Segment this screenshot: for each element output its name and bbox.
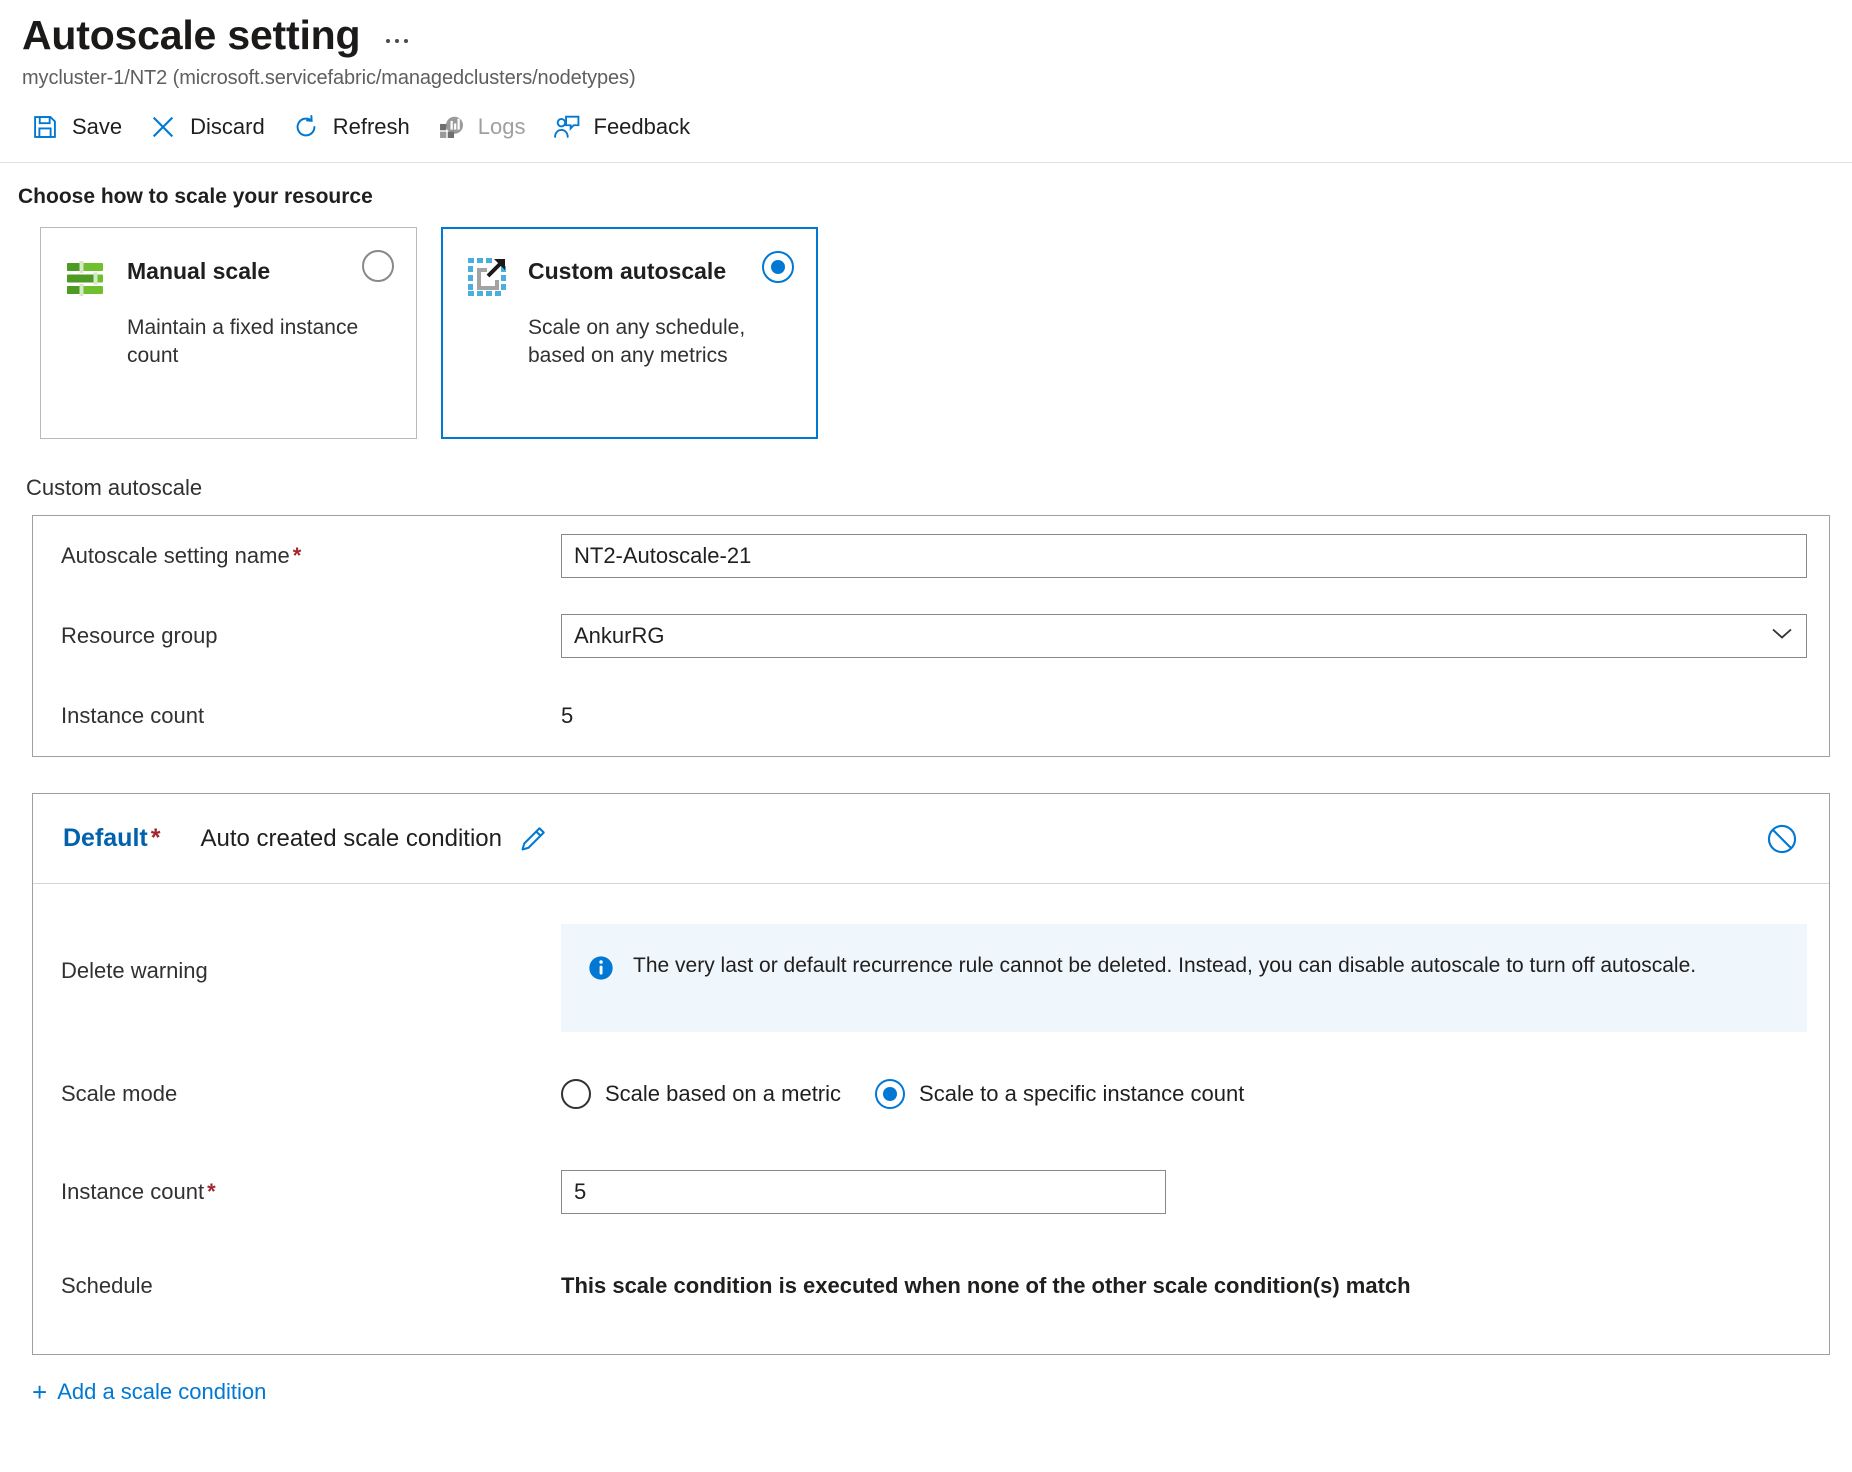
info-icon: [587, 954, 615, 987]
autoscale-setting-name-input[interactable]: [561, 534, 1807, 578]
resource-group-label: Resource group: [61, 623, 561, 649]
schedule-label: Schedule: [61, 1273, 561, 1299]
plus-icon: +: [32, 1379, 47, 1405]
scale-mode-option-metric-label: Scale based on a metric: [605, 1081, 841, 1107]
block-icon[interactable]: [1765, 822, 1799, 856]
custom-autoscale-description: Scale on any schedule, based on any metr…: [528, 314, 778, 370]
refresh-icon: [291, 112, 321, 142]
row-schedule: Schedule This scale condition is execute…: [33, 1246, 1829, 1326]
ellipsis-dot-icon: [386, 39, 390, 43]
row-autoscale-setting-name: Autoscale setting name*: [33, 516, 1829, 596]
delete-warning-field: The very last or default recurrence rule…: [561, 924, 1829, 1032]
logs-label: Logs: [478, 114, 526, 140]
custom-card-head: Custom autoscale: [464, 252, 795, 300]
scale-mode-option-metric[interactable]: Scale based on a metric: [561, 1079, 841, 1109]
scale-mode-label: Scale mode: [61, 1081, 561, 1107]
scale-condition-body: Delete warning The very last or default …: [33, 884, 1829, 1354]
logs-icon: [436, 112, 466, 142]
required-asterisk: *: [293, 543, 302, 568]
autoscale-setting-name-field: [561, 534, 1829, 578]
instance-count-value-field: 5: [561, 703, 1829, 729]
discard-button[interactable]: Discard: [138, 108, 281, 146]
command-bar: Save Discard Refresh: [0, 90, 1852, 163]
row-instance-count-readonly: Instance count 5: [33, 676, 1829, 756]
condition-instance-count-label-text: Instance count: [61, 1179, 204, 1204]
custom-autoscale-panel: Autoscale setting name* Resource group I…: [32, 515, 1830, 757]
scale-option-manual-scale[interactable]: Manual scale Maintain a fixed instance c…: [40, 227, 417, 439]
custom-autoscale-label: Custom autoscale: [0, 439, 1852, 501]
resource-group-select-wrap: [561, 614, 1807, 658]
resource-breadcrumb: mycluster-1/NT2 (microsoft.servicefabric…: [22, 67, 1852, 90]
required-asterisk: *: [151, 824, 161, 852]
feedback-button[interactable]: Feedback: [542, 108, 707, 146]
default-badge: Default*: [63, 824, 160, 853]
condition-instance-count-input[interactable]: [561, 1170, 1166, 1214]
resource-group-field: [561, 614, 1829, 658]
discard-label: Discard: [190, 114, 265, 140]
ellipsis-dot-icon: [395, 39, 399, 43]
scale-mode-option-instance-count-label: Scale to a specific instance count: [919, 1081, 1244, 1107]
manual-card-head: Manual scale: [63, 252, 394, 300]
instance-count-value: 5: [561, 703, 573, 728]
manual-scale-title: Manual scale: [127, 258, 270, 285]
page-header: Autoscale setting mycluster-1/NT2 (micro…: [0, 0, 1852, 90]
feedback-icon: [552, 112, 582, 142]
manual-scale-radio[interactable]: [362, 250, 394, 287]
condition-instance-count-label: Instance count*: [61, 1179, 561, 1205]
resource-group-select[interactable]: [561, 614, 1807, 658]
radio-selected-icon: [875, 1079, 905, 1109]
logs-button[interactable]: Logs: [426, 108, 542, 146]
autoscale-setting-name-label-text: Autoscale setting name: [61, 543, 290, 568]
autoscale-setting-name-label: Autoscale setting name*: [61, 543, 561, 569]
delete-warning-label: Delete warning: [61, 924, 561, 984]
refresh-button[interactable]: Refresh: [281, 108, 426, 146]
autoscale-arrow-icon: [464, 254, 510, 300]
row-delete-warning: Delete warning The very last or default …: [33, 910, 1829, 1032]
sliders-icon: [63, 254, 109, 300]
instance-count-label: Instance count: [61, 703, 561, 729]
save-icon: [30, 112, 60, 142]
row-resource-group: Resource group: [33, 596, 1829, 676]
ellipsis-dot-icon: [404, 39, 408, 43]
scale-condition-name: Auto created scale condition: [200, 825, 502, 853]
scale-choice-heading: Choose how to scale your resource: [0, 163, 1852, 209]
schedule-field: This scale condition is executed when no…: [561, 1273, 1829, 1299]
radio-selected-icon: [762, 251, 794, 283]
save-button[interactable]: Save: [20, 108, 138, 146]
refresh-label: Refresh: [333, 114, 410, 140]
scale-mode-option-instance-count[interactable]: Scale to a specific instance count: [875, 1079, 1244, 1109]
radio-unselected-icon: [561, 1079, 591, 1109]
manual-scale-description: Maintain a fixed instance count: [127, 314, 377, 370]
custom-autoscale-radio[interactable]: [762, 251, 794, 288]
condition-instance-count-field: [561, 1170, 1829, 1214]
page-title: Autoscale setting: [22, 14, 360, 57]
custom-autoscale-title: Custom autoscale: [528, 258, 726, 285]
scale-option-custom-autoscale[interactable]: Custom autoscale Scale on any schedule, …: [441, 227, 818, 439]
scale-condition-header: Default* Auto created scale condition: [33, 794, 1829, 884]
info-banner: The very last or default recurrence rule…: [561, 924, 1807, 1032]
delete-warning-message: The very last or default recurrence rule…: [633, 952, 1696, 980]
radio-unselected-icon: [362, 250, 394, 282]
more-options-button[interactable]: [382, 33, 412, 57]
discard-icon: [148, 112, 178, 142]
add-scale-condition-button[interactable]: + Add a scale condition: [0, 1355, 266, 1405]
default-badge-text: Default: [63, 824, 148, 852]
required-asterisk: *: [207, 1179, 216, 1204]
scale-mode-radio-group: Scale based on a metric Scale to a speci…: [561, 1079, 1807, 1109]
pencil-icon[interactable]: [518, 824, 548, 854]
title-row: Autoscale setting: [22, 14, 1852, 57]
schedule-text: This scale condition is executed when no…: [561, 1273, 1411, 1298]
default-scale-condition-panel: Default* Auto created scale condition De…: [32, 793, 1830, 1355]
row-condition-instance-count: Instance count*: [33, 1152, 1829, 1232]
save-label: Save: [72, 114, 122, 140]
scale-choice-cards: Manual scale Maintain a fixed instance c…: [0, 209, 1852, 439]
row-scale-mode: Scale mode Scale based on a metric Scale…: [33, 1054, 1829, 1134]
feedback-label: Feedback: [594, 114, 691, 140]
add-scale-condition-label: Add a scale condition: [57, 1379, 266, 1405]
scale-mode-field: Scale based on a metric Scale to a speci…: [561, 1079, 1829, 1109]
